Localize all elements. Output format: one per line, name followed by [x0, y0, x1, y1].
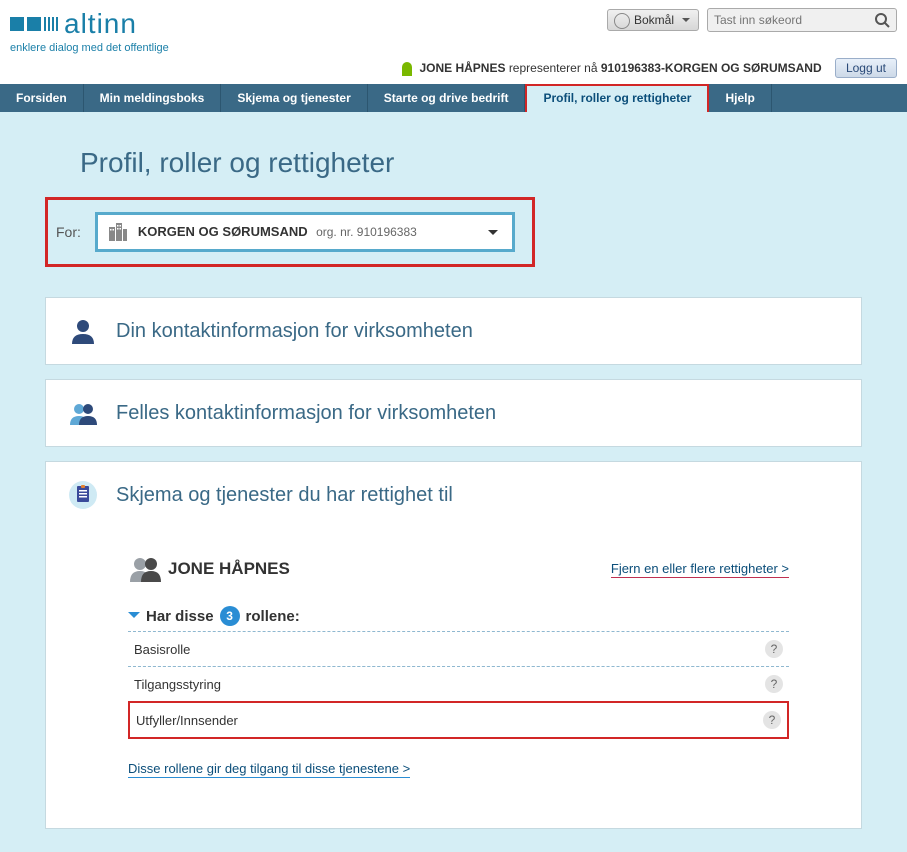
org-name: KORGEN OG SØRUMSAND [138, 224, 308, 239]
org-number: org. nr. 910196383 [316, 225, 417, 239]
nav-bedrift[interactable]: Starte og drive bedrift [368, 84, 526, 112]
tagline: enklere dialog med det offentlige [10, 42, 169, 54]
role-label: Basisrolle [134, 642, 190, 657]
represents-text: representerer nå [509, 61, 601, 75]
role-row: Tilgangsstyring ? [128, 666, 789, 702]
panel-contact[interactable]: Din kontaktinformasjon for virksomheten [45, 297, 862, 365]
user-line: JONE HÅPNES representerer nå 910196383-K… [0, 54, 907, 84]
people-icon [68, 398, 98, 428]
search-icon[interactable] [874, 12, 890, 28]
rights-user: JONE HÅPNES [128, 556, 290, 582]
clipboard-icon [68, 480, 98, 510]
nav-hjelp[interactable]: Hjelp [709, 84, 771, 112]
user-icon [402, 62, 412, 76]
chevron-down-icon [128, 612, 140, 624]
for-label: For: [56, 224, 81, 240]
remove-rights-link[interactable]: Fjern en eller flere rettigheter > [611, 561, 789, 578]
help-icon[interactable]: ? [763, 711, 781, 729]
language-label: Bokmål [634, 13, 674, 27]
main-nav: Forsiden Min meldingsboks Skjema og tjen… [0, 84, 907, 112]
panel-contact-title: Din kontaktinformasjon for virksomheten [116, 320, 473, 343]
logo-text: altinn [64, 8, 137, 40]
role-label: Utfyller/Innsender [136, 713, 238, 728]
logo-area: altinn enklere dialog med det offentlige [10, 8, 169, 54]
nav-forsiden[interactable]: Forsiden [0, 84, 84, 112]
user-name: JONE HÅPNES [419, 61, 505, 75]
nav-profil[interactable]: Profil, roller og rettigheter [525, 84, 709, 112]
role-label: Tilgangsstyring [134, 677, 221, 692]
nav-skjema[interactable]: Skjema og tjenester [221, 84, 367, 112]
search-input[interactable] [714, 13, 874, 27]
search-box [707, 8, 897, 32]
roles-suffix: rollene: [246, 608, 300, 625]
rights-user-name: JONE HÅPNES [168, 559, 290, 579]
roles-head[interactable]: Har disse 3 rollene: [128, 606, 789, 626]
role-row: Basisrolle ? [128, 631, 789, 667]
panel-rights-title: Skjema og tjenester du har rettighet til [116, 484, 453, 507]
language-select[interactable]: Bokmål [607, 9, 699, 31]
for-row: For: KORGEN OG SØRUMSAND org. nr. 910196… [45, 197, 535, 267]
panel-rights-head[interactable]: Skjema og tjenester du har rettighet til [68, 480, 839, 510]
people-dark-icon [128, 556, 162, 582]
nav-meldingsboks[interactable]: Min meldingsboks [84, 84, 222, 112]
roles-prefix: Har disse [146, 608, 214, 625]
help-icon[interactable]: ? [765, 640, 783, 658]
page-title: Profil, roller og rettigheter [80, 147, 862, 179]
help-icon[interactable]: ? [765, 675, 783, 693]
logo-icon [10, 17, 58, 31]
role-row-highlighted: Utfyller/Innsender ? [128, 701, 789, 739]
logout-button[interactable]: Logg ut [835, 58, 897, 78]
user-org: 910196383-KORGEN OG SØRUMSAND [601, 61, 822, 75]
panel-rights: Skjema og tjenester du har rettighet til… [45, 461, 862, 829]
org-select[interactable]: KORGEN OG SØRUMSAND org. nr. 910196383 [95, 212, 515, 252]
roles-count-badge: 3 [220, 606, 240, 626]
panel-shared[interactable]: Felles kontaktinformasjon for virksomhet… [45, 379, 862, 447]
logo[interactable]: altinn [10, 8, 169, 40]
panel-shared-title: Felles kontaktinformasjon for virksomhet… [116, 402, 496, 425]
access-link[interactable]: Disse rollene gir deg tilgang til disse … [128, 761, 410, 778]
building-icon [108, 223, 128, 241]
person-icon [68, 316, 98, 346]
